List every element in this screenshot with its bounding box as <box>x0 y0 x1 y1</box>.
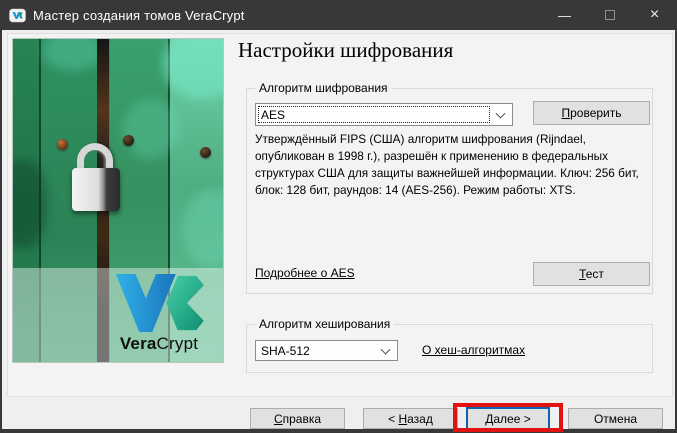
hash-algorithm-dropdown[interactable]: SHA-512 <box>255 340 398 361</box>
cancel-button[interactable]: Отмена <box>568 408 663 429</box>
page-title: Настройки шифрования <box>238 38 453 63</box>
next-button[interactable]: Далее > <box>466 407 550 430</box>
close-button[interactable]: × <box>632 0 677 30</box>
veracrypt-wizard-window: Мастер создания томов VeraCrypt — × <box>0 0 677 433</box>
window-controls: — × <box>542 0 677 30</box>
test-label: Т <box>579 267 586 281</box>
veracrypt-wordmark: VeraCrypt <box>107 334 211 354</box>
veracrypt-app-icon <box>9 7 26 24</box>
veracrypt-logo <box>109 274 205 332</box>
bolt <box>57 139 68 150</box>
paint-patch <box>123 99 178 159</box>
wordmark-regular: Crypt <box>157 334 199 353</box>
focus-rect <box>258 106 490 123</box>
encryption-group-label: Алгоритм шифрования <box>255 81 392 95</box>
bolt <box>200 147 211 158</box>
padlock-body <box>72 168 120 211</box>
wizard-page: VeraCrypt Настройки шифрования Алгоритм … <box>2 30 675 429</box>
close-icon: × <box>650 6 659 24</box>
hash-group-label: Алгоритм хеширования <box>255 317 394 331</box>
chevron-down-icon <box>381 344 391 354</box>
wordmark-bold: Vera <box>120 334 157 353</box>
brand-band: VeraCrypt <box>13 268 223 363</box>
more-about-aes-link[interactable]: Подробнее о AES <box>255 266 355 280</box>
minimize-button[interactable]: — <box>542 0 587 30</box>
minimize-icon: — <box>558 8 571 23</box>
help-button[interactable]: Справка <box>250 408 345 429</box>
maximize-icon <box>605 10 615 20</box>
titlebar: Мастер создания томов VeraCrypt — × <box>0 0 677 30</box>
maximize-button <box>587 0 632 30</box>
verify-button[interactable]: Проверить <box>533 101 650 125</box>
bolt <box>123 135 134 146</box>
encryption-algorithm-dropdown[interactable]: AES <box>255 103 513 126</box>
verify-label: П <box>561 106 570 120</box>
about-hash-algorithms-link[interactable]: О хеш-алгоритмах <box>422 343 525 357</box>
test-button[interactable]: Тест <box>533 262 650 286</box>
door-lock-photo: VeraCrypt <box>12 38 224 363</box>
hash-algorithm-value: SHA-512 <box>256 344 310 358</box>
algorithm-description: Утверждённый FIPS (США) алгоритм шифрова… <box>255 131 655 199</box>
back-button[interactable]: < Назад <box>363 408 458 429</box>
window-title: Мастер создания томов VeraCrypt <box>33 8 245 23</box>
chevron-down-icon <box>496 108 506 118</box>
